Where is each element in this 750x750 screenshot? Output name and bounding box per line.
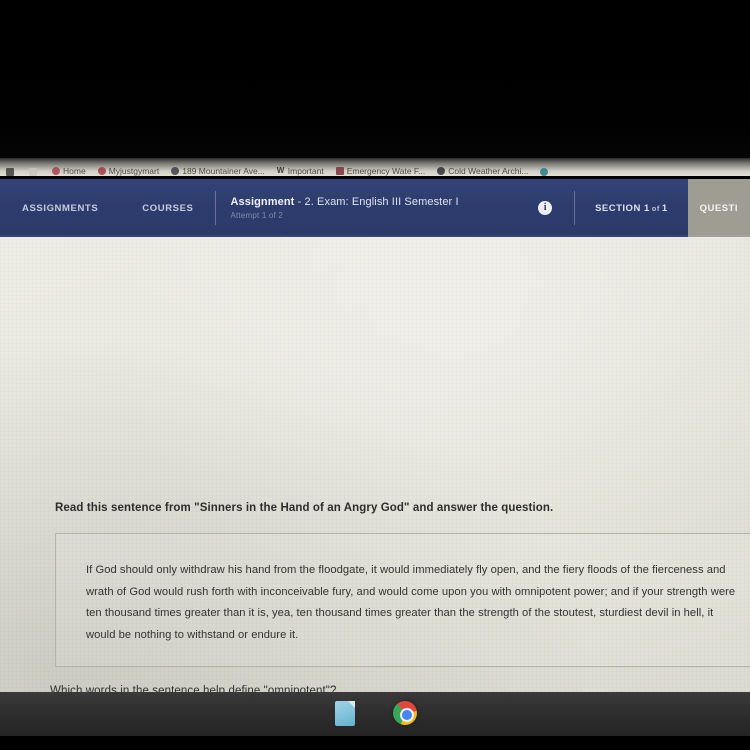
apps-grid-icon: [6, 168, 14, 176]
dark-circle-icon: [171, 167, 180, 175]
section-prefix: SECTION 1: [595, 202, 650, 214]
bookmark-label: Myjustgymart: [108, 166, 160, 176]
black-circle-icon: [437, 167, 446, 175]
bookmark-item[interactable]: Cold Weather Archi...: [437, 166, 528, 176]
maroon-square-icon: [335, 167, 344, 175]
question-text: Which words in the sentence help define …: [50, 685, 337, 692]
section-join: of: [651, 203, 660, 213]
file-explorer-icon[interactable]: [332, 701, 358, 727]
section-suffix: 1: [661, 202, 668, 214]
nav-courses[interactable]: COURSES: [120, 179, 215, 237]
assignment-label: Assignment: [230, 196, 295, 208]
bookmark-label: Important: [287, 166, 324, 176]
assignment-title-line: Assignment - 2. Exam: English III Semest…: [230, 196, 516, 208]
bookmark-item[interactable]: 189 Mountainer Ave...: [171, 166, 265, 176]
w-letter-icon: W: [276, 166, 285, 175]
assignment-title: - 2. Exam: English III Semester I: [297, 196, 459, 208]
question-tab-label: QUESTI: [699, 202, 738, 214]
nav-courses-label: COURSES: [142, 202, 194, 214]
assignment-page-body: Read this sentence from "Sinners in the …: [0, 237, 750, 692]
bookmark-item[interactable]: [29, 168, 40, 176]
passage-box: If God should only withdraw his hand fro…: [55, 533, 750, 667]
bookmark-item[interactable]: W Important: [277, 166, 324, 176]
bookmark-item[interactable]: [540, 168, 551, 176]
bookmark-label: Home: [63, 166, 86, 176]
info-button[interactable]: i: [516, 179, 574, 237]
red-circle-icon: [52, 167, 60, 175]
attempt-counter: Attempt 1 of 2: [230, 211, 284, 220]
bottom-black-area: [0, 736, 750, 750]
nav-assignments[interactable]: ASSIGNMENTS: [0, 179, 120, 237]
app-header-bar: ASSIGNMENTS COURSES Assignment - 2. Exam…: [0, 179, 750, 237]
document-icon: [29, 168, 37, 176]
section-indicator[interactable]: SECTION 1 of 1: [575, 179, 688, 237]
laptop-screen-photo: Home Myjustgymart 189 Mountainer Ave... …: [0, 0, 750, 750]
bookmark-label: 189 Mountainer Ave...: [182, 166, 265, 176]
info-icon: i: [538, 201, 553, 215]
bookmark-label: Emergency Wate F...: [346, 166, 426, 176]
bookmark-item[interactable]: Home: [52, 166, 86, 176]
chrome-icon[interactable]: [392, 701, 418, 727]
bookmark-item[interactable]: Emergency Wate F...: [335, 166, 426, 176]
page-prompt: Read this sentence from "Sinners in the …: [55, 502, 554, 514]
teal-globe-icon: [540, 168, 549, 176]
os-taskbar: [0, 692, 750, 736]
browser-bookmarks-bar[interactable]: Home Myjustgymart 189 Mountainer Ave... …: [0, 158, 750, 176]
assignment-info: Assignment - 2. Exam: English III Semest…: [216, 179, 516, 237]
question-tab[interactable]: QUESTI: [687, 179, 750, 237]
bookmark-label: Cold Weather Archi...: [448, 166, 529, 176]
passage-text: If God should only withdraw his hand fro…: [86, 564, 736, 641]
black-screen-area: [0, 0, 750, 158]
bookmark-item[interactable]: [6, 168, 17, 176]
red-circle-icon: [97, 167, 106, 175]
bookmark-item[interactable]: Myjustgymart: [97, 166, 160, 176]
nav-assignments-label: ASSIGNMENTS: [22, 202, 99, 214]
